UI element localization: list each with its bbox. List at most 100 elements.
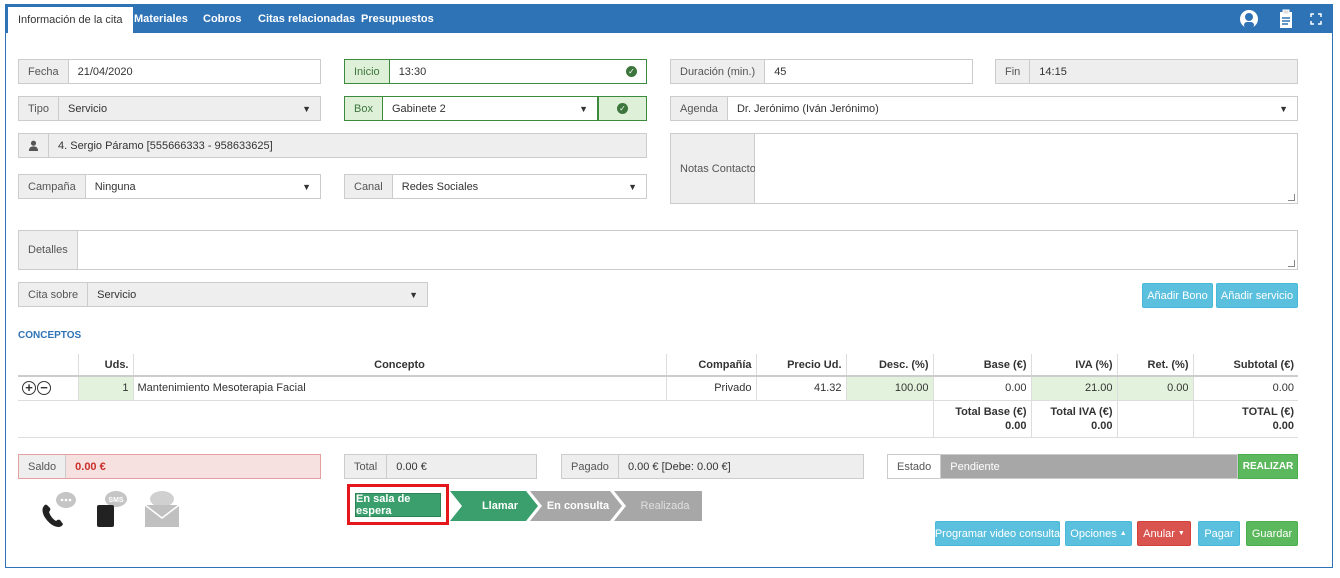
total-label: TOTAL (€) (1242, 405, 1294, 418)
user-icon (28, 140, 39, 151)
fecha-field[interactable]: Fecha 21/04/2020 (18, 59, 321, 84)
pagado-label: Pagado (562, 455, 619, 478)
total-base-value: 0.00 (1005, 419, 1027, 432)
notas-label: Notas Contacto (671, 134, 756, 203)
stage-en-consulta[interactable]: En consulta (544, 491, 612, 521)
pagar-button[interactable]: Pagar (1198, 521, 1240, 546)
detalles-textarea[interactable] (77, 231, 1297, 269)
fecha-value[interactable]: 21/04/2020 (69, 60, 320, 83)
tab-bar: Información de la cita Materiales Cobros… (6, 5, 1332, 33)
total-summary-value: 0.00 € (387, 455, 536, 478)
duracion-label: Duración (min.) (671, 60, 766, 83)
agenda-select[interactable]: Agenda Dr. Jerónimo (Iván Jerónimo) ▼ (670, 96, 1298, 121)
tab-citas-relacionadas[interactable]: Citas relacionadas (258, 5, 355, 33)
canal-label: Canal (345, 175, 393, 198)
check-icon: ✓ (626, 66, 637, 77)
saldo-field: Saldo 0.00 € (18, 454, 321, 479)
cell-subtotal: 0.00 (1193, 376, 1298, 401)
campana-value: Ninguna (94, 180, 136, 193)
paciente-field[interactable]: 4. Sergio Páramo [555666333 - 958633625] (18, 133, 647, 158)
stage-realizada[interactable]: Realizada (628, 491, 702, 521)
fin-field: Fin 14:15 (995, 59, 1298, 84)
stage-en-sala-de-espera[interactable]: En sala de espera (355, 493, 441, 517)
chevron-down-icon: ▼ (579, 103, 588, 114)
box-label: Box (345, 97, 383, 120)
tab-presupuestos[interactable]: Presupuestos (361, 5, 434, 33)
total-iva-label: Total IVA (€) (1050, 405, 1113, 418)
col-header-uds: Uds. (78, 354, 134, 377)
realizar-button[interactable]: REALIZAR (1238, 454, 1298, 479)
col-header-base: Base (€) (933, 354, 1032, 377)
total-general: TOTAL (€) 0.00 (1193, 400, 1298, 438)
cita-sobre-select[interactable]: Cita sobre Servicio ▼ (18, 282, 428, 307)
box-value: Gabinete 2 (391, 102, 446, 115)
saldo-value: 0.00 € (66, 455, 320, 478)
col-header-subtotal: Subtotal (€) (1193, 354, 1298, 377)
stage-llamar[interactable]: Llamar (468, 491, 532, 521)
campana-label: Campaña (19, 175, 86, 198)
paciente-value[interactable]: 4. Sergio Páramo [555666333 - 958633625] (49, 134, 646, 157)
cell-concepto: Mantenimiento Mesoterapia Facial (133, 376, 667, 401)
programar-video-consulta-button[interactable]: Programar video consulta (935, 521, 1060, 546)
campana-dropdown[interactable]: Ninguna ▼ (86, 175, 320, 198)
guardar-button[interactable]: Guardar (1246, 521, 1298, 546)
pagado-value: 0.00 € [Debe: 0.00 €] (618, 455, 863, 478)
total-value: 0.00 (1272, 419, 1294, 432)
fecha-label: Fecha (19, 60, 69, 83)
box-availability-button[interactable]: ✓ (598, 96, 647, 121)
inicio-field[interactable]: Inicio 13:30 ✓ (344, 59, 647, 84)
box-dropdown[interactable]: Gabinete 2 ▼ (383, 97, 597, 120)
cell-iva[interactable]: 21.00 (1031, 376, 1118, 401)
cell-uds[interactable]: 1 (78, 376, 134, 401)
chevron-down-icon: ▼ (1279, 103, 1288, 114)
tab-informacion-cita[interactable]: Información de la cita (8, 7, 133, 33)
paciente-icon-box (19, 134, 49, 157)
clipboard-icon[interactable] (1276, 9, 1296, 29)
add-row-icon[interactable]: + (22, 381, 36, 396)
cita-sobre-dropdown[interactable]: Servicio ▼ (88, 283, 427, 306)
row-actions: + − (18, 376, 79, 401)
agenda-dropdown[interactable]: Dr. Jerónimo (Iván Jerónimo) ▼ (728, 97, 1297, 120)
sms-icon[interactable]: SMS (92, 489, 132, 529)
user-avatar-icon[interactable] (1239, 9, 1259, 29)
col-header-actions (18, 354, 79, 377)
notas-textarea[interactable] (755, 134, 1297, 203)
total-base: Total Base (€) 0.00 (933, 400, 1032, 438)
anular-button[interactable]: Anular ▼ (1137, 521, 1191, 546)
estado-value: Pendiente (941, 455, 1237, 478)
fullscreen-icon[interactable] (1306, 9, 1326, 29)
tipo-select[interactable]: Tipo Servicio ▼ (18, 96, 321, 121)
cell-ret[interactable]: 0.00 (1117, 376, 1194, 401)
cell-desc[interactable]: 100.00 (846, 376, 934, 401)
total-base-label: Total Base (€) (955, 405, 1027, 418)
chevron-down-icon: ▼ (409, 289, 418, 300)
inicio-input[interactable]: 13:30 ✓ (390, 60, 646, 83)
agenda-value: Dr. Jerónimo (Iván Jerónimo) (736, 102, 879, 115)
duracion-value[interactable]: 45 (765, 60, 972, 83)
canal-value: Redes Sociales (401, 180, 479, 193)
total-iva: Total IVA (€) 0.00 (1031, 400, 1118, 438)
canal-select[interactable]: Canal Redes Sociales ▼ (344, 174, 647, 199)
tipo-value: Servicio (68, 102, 108, 115)
table-row[interactable]: + − 1 Mantenimiento Mesoterapia Facial Pr… (18, 376, 1298, 401)
campana-select[interactable]: Campaña Ninguna ▼ (18, 174, 321, 199)
canal-dropdown[interactable]: Redes Sociales ▼ (393, 175, 646, 198)
anadir-servicio-button[interactable]: Añadir servicio (1216, 283, 1298, 308)
saldo-label: Saldo (19, 455, 67, 478)
tab-materiales[interactable]: Materiales (134, 5, 188, 33)
email-icon[interactable] (142, 489, 182, 529)
remove-row-icon[interactable]: − (37, 381, 51, 396)
duracion-field[interactable]: Duración (min.) 45 (670, 59, 973, 84)
box-select[interactable]: Box Gabinete 2 ▼ (344, 96, 598, 121)
opciones-button[interactable]: Opciones ▲ (1065, 521, 1132, 546)
col-header-precio: Precio Ud. (756, 354, 847, 377)
chevron-down-icon: ▼ (302, 103, 311, 114)
anadir-bono-button[interactable]: Añadir Bono (1142, 283, 1213, 308)
col-header-desc: Desc. (%) (846, 354, 934, 377)
notas-contacto-field[interactable]: Notas Contacto (670, 133, 1298, 204)
tab-cobros[interactable]: Cobros (203, 5, 242, 33)
col-header-ret: Ret. (%) (1117, 354, 1194, 377)
detalles-field[interactable]: Detalles (18, 230, 1298, 270)
tipo-dropdown[interactable]: Servicio ▼ (59, 97, 320, 120)
phone-icon[interactable] (38, 489, 78, 529)
